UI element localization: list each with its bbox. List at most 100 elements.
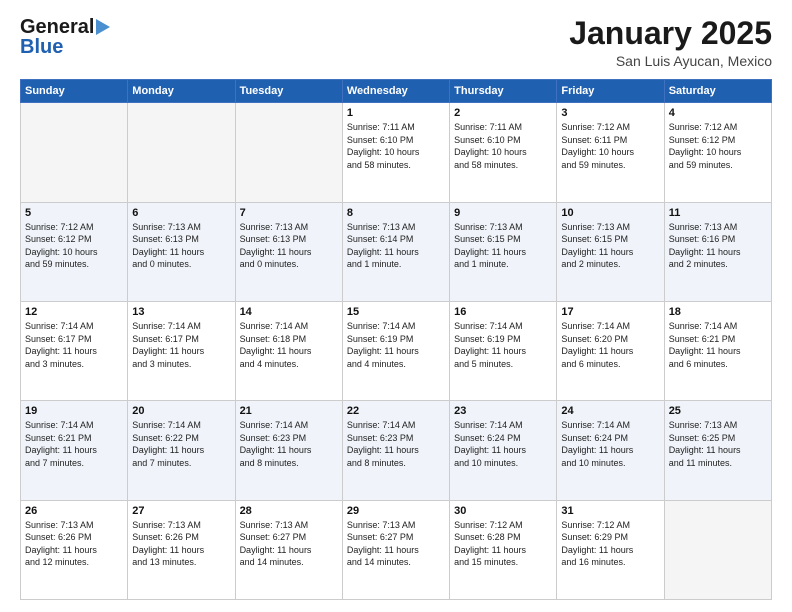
day-number: 30 bbox=[454, 505, 552, 517]
calendar-week-row: 26 Sunrise: 7:13 AM Sunset: 6:26 PM Dayli… bbox=[21, 500, 772, 599]
table-row: 11 Sunrise: 7:13 AM Sunset: 6:16 PM Dayli… bbox=[664, 202, 771, 301]
table-row: 13Sunrise: 7:14 AM Sunset: 6:17 PM Dayli… bbox=[128, 301, 235, 400]
table-row: 8 Sunrise: 7:13 AM Sunset: 6:14 PM Daylig… bbox=[342, 202, 449, 301]
header-wednesday: Wednesday bbox=[342, 80, 449, 103]
day-info: Sunrise: 7:13 AM Sunset: 6:14 PM Dayligh… bbox=[347, 221, 445, 271]
day-number: 3 bbox=[561, 107, 659, 119]
table-row: 22Sunrise: 7:14 AM Sunset: 6:23 PM Dayli… bbox=[342, 401, 449, 500]
day-info: Sunrise: 7:13 AM Sunset: 6:13 PM Dayligh… bbox=[132, 221, 230, 271]
day-number: 31 bbox=[561, 505, 659, 517]
day-number: 25 bbox=[669, 405, 767, 417]
header-saturday: Saturday bbox=[664, 80, 771, 103]
day-number: 12 bbox=[25, 306, 123, 318]
table-row: 12 Sunrise: 7:14 AM Sunset: 6:17 PM Dayli… bbox=[21, 301, 128, 400]
day-number: 1 bbox=[347, 107, 445, 119]
day-info: Sunrise: 7:12 AM Sunset: 6:12 PM Dayligh… bbox=[669, 121, 767, 171]
header-thursday: Thursday bbox=[450, 80, 557, 103]
table-row: 20Sunrise: 7:14 AM Sunset: 6:22 PM Dayli… bbox=[128, 401, 235, 500]
day-number: 17 bbox=[561, 306, 659, 318]
day-info: Sunrise: 7:14 AM Sunset: 6:22 PM Dayligh… bbox=[132, 419, 230, 469]
day-info: Sunrise: 7:13 AM Sunset: 6:27 PM Dayligh… bbox=[240, 519, 338, 569]
table-row: 16Sunrise: 7:14 AM Sunset: 6:19 PM Dayli… bbox=[450, 301, 557, 400]
day-number: 9 bbox=[454, 207, 552, 219]
day-info: Sunrise: 7:13 AM Sunset: 6:15 PM Dayligh… bbox=[561, 221, 659, 271]
table-row: 19 Sunrise: 7:14 AM Sunset: 6:21 PM Dayli… bbox=[21, 401, 128, 500]
table-row: 27 Sunrise: 7:13 AM Sunset: 6:26 PM Dayli… bbox=[128, 500, 235, 599]
table-row: 9 Sunrise: 7:13 AM Sunset: 6:15 PM Daylig… bbox=[450, 202, 557, 301]
header-monday: Monday bbox=[128, 80, 235, 103]
table-row: 15 Sunrise: 7:14 AM Sunset: 6:19 PM Dayli… bbox=[342, 301, 449, 400]
logo: General Blue bbox=[20, 16, 110, 58]
day-number: 26 bbox=[25, 505, 123, 517]
day-number: 28 bbox=[240, 505, 338, 517]
table-row: 25 Sunrise: 7:13 AM Sunset: 6:25 PM Dayli… bbox=[664, 401, 771, 500]
day-number: 6 bbox=[132, 207, 230, 219]
day-info: Sunrise: 7:13 AM Sunset: 6:26 PM Dayligh… bbox=[132, 519, 230, 569]
day-info: Sunrise: 7:12 AM Sunset: 6:12 PM Dayligh… bbox=[25, 221, 123, 271]
table-row bbox=[128, 103, 235, 202]
table-row: 26 Sunrise: 7:13 AM Sunset: 6:26 PM Dayli… bbox=[21, 500, 128, 599]
day-number: 15 bbox=[347, 306, 445, 318]
day-info: Sunrise: 7:13 AM Sunset: 6:16 PM Dayligh… bbox=[669, 221, 767, 271]
day-info: Sunrise: 7:11 AM Sunset: 6:10 PM Dayligh… bbox=[454, 121, 552, 171]
day-number: 27 bbox=[132, 505, 230, 517]
day-number: 21 bbox=[240, 405, 338, 417]
logo-general: General bbox=[20, 16, 94, 38]
table-row: 3 Sunrise: 7:12 AM Sunset: 6:11 PM Daylig… bbox=[557, 103, 664, 202]
day-info: Sunrise: 7:12 AM Sunset: 6:11 PM Dayligh… bbox=[561, 121, 659, 171]
day-number: 29 bbox=[347, 505, 445, 517]
day-number: 19 bbox=[25, 405, 123, 417]
day-number: 24 bbox=[561, 405, 659, 417]
table-row: 7Sunrise: 7:13 AM Sunset: 6:13 PM Daylig… bbox=[235, 202, 342, 301]
day-info: Sunrise: 7:11 AM Sunset: 6:10 PM Dayligh… bbox=[347, 121, 445, 171]
day-number: 8 bbox=[347, 207, 445, 219]
day-info: Sunrise: 7:14 AM Sunset: 6:18 PM Dayligh… bbox=[240, 320, 338, 370]
page: General Blue January 2025 San Luis Ayuca… bbox=[0, 0, 792, 612]
calendar-week-row: 1 Sunrise: 7:11 AM Sunset: 6:10 PM Daylig… bbox=[21, 103, 772, 202]
table-row: 10Sunrise: 7:13 AM Sunset: 6:15 PM Dayli… bbox=[557, 202, 664, 301]
table-row: 23Sunrise: 7:14 AM Sunset: 6:24 PM Dayli… bbox=[450, 401, 557, 500]
table-row: 21 Sunrise: 7:14 AM Sunset: 6:23 PM Dayli… bbox=[235, 401, 342, 500]
day-number: 4 bbox=[669, 107, 767, 119]
day-info: Sunrise: 7:14 AM Sunset: 6:17 PM Dayligh… bbox=[25, 320, 123, 370]
day-info: Sunrise: 7:14 AM Sunset: 6:19 PM Dayligh… bbox=[347, 320, 445, 370]
calendar-week-row: 19 Sunrise: 7:14 AM Sunset: 6:21 PM Dayli… bbox=[21, 401, 772, 500]
calendar-week-row: 12 Sunrise: 7:14 AM Sunset: 6:17 PM Dayli… bbox=[21, 301, 772, 400]
header: General Blue January 2025 San Luis Ayuca… bbox=[20, 16, 772, 69]
page-subtitle: San Luis Ayucan, Mexico bbox=[569, 53, 772, 69]
day-info: Sunrise: 7:14 AM Sunset: 6:23 PM Dayligh… bbox=[347, 419, 445, 469]
table-row: 5 Sunrise: 7:12 AM Sunset: 6:12 PM Daylig… bbox=[21, 202, 128, 301]
day-info: Sunrise: 7:13 AM Sunset: 6:13 PM Dayligh… bbox=[240, 221, 338, 271]
table-row: 31 Sunrise: 7:12 AM Sunset: 6:29 PM Dayli… bbox=[557, 500, 664, 599]
table-row: 17Sunrise: 7:14 AM Sunset: 6:20 PM Dayli… bbox=[557, 301, 664, 400]
table-row: 24 Sunrise: 7:14 AM Sunset: 6:24 PM Dayli… bbox=[557, 401, 664, 500]
day-info: Sunrise: 7:14 AM Sunset: 6:24 PM Dayligh… bbox=[454, 419, 552, 469]
table-row: 18 Sunrise: 7:14 AM Sunset: 6:21 PM Dayli… bbox=[664, 301, 771, 400]
table-row: 1 Sunrise: 7:11 AM Sunset: 6:10 PM Daylig… bbox=[342, 103, 449, 202]
calendar-table: Sunday Monday Tuesday Wednesday Thursday… bbox=[20, 79, 772, 600]
day-info: Sunrise: 7:14 AM Sunset: 6:23 PM Dayligh… bbox=[240, 419, 338, 469]
day-number: 2 bbox=[454, 107, 552, 119]
table-row: 28 Sunrise: 7:13 AM Sunset: 6:27 PM Dayli… bbox=[235, 500, 342, 599]
day-number: 18 bbox=[669, 306, 767, 318]
day-info: Sunrise: 7:14 AM Sunset: 6:21 PM Dayligh… bbox=[25, 419, 123, 469]
table-row: 14 Sunrise: 7:14 AM Sunset: 6:18 PM Dayli… bbox=[235, 301, 342, 400]
day-number: 11 bbox=[669, 207, 767, 219]
table-row: 30 Sunrise: 7:12 AM Sunset: 6:28 PM Dayli… bbox=[450, 500, 557, 599]
day-info: Sunrise: 7:13 AM Sunset: 6:15 PM Dayligh… bbox=[454, 221, 552, 271]
table-row bbox=[235, 103, 342, 202]
title-block: January 2025 San Luis Ayucan, Mexico bbox=[569, 16, 772, 69]
table-row: 4 Sunrise: 7:12 AM Sunset: 6:12 PM Daylig… bbox=[664, 103, 771, 202]
day-number: 14 bbox=[240, 306, 338, 318]
day-info: Sunrise: 7:12 AM Sunset: 6:29 PM Dayligh… bbox=[561, 519, 659, 569]
day-info: Sunrise: 7:14 AM Sunset: 6:17 PM Dayligh… bbox=[132, 320, 230, 370]
table-row: 29Sunrise: 7:13 AM Sunset: 6:27 PM Dayli… bbox=[342, 500, 449, 599]
day-number: 5 bbox=[25, 207, 123, 219]
table-row bbox=[664, 500, 771, 599]
day-info: Sunrise: 7:13 AM Sunset: 6:25 PM Dayligh… bbox=[669, 419, 767, 469]
day-info: Sunrise: 7:14 AM Sunset: 6:24 PM Dayligh… bbox=[561, 419, 659, 469]
day-info: Sunrise: 7:13 AM Sunset: 6:26 PM Dayligh… bbox=[25, 519, 123, 569]
day-number: 16 bbox=[454, 306, 552, 318]
day-info: Sunrise: 7:14 AM Sunset: 6:21 PM Dayligh… bbox=[669, 320, 767, 370]
day-info: Sunrise: 7:12 AM Sunset: 6:28 PM Dayligh… bbox=[454, 519, 552, 569]
